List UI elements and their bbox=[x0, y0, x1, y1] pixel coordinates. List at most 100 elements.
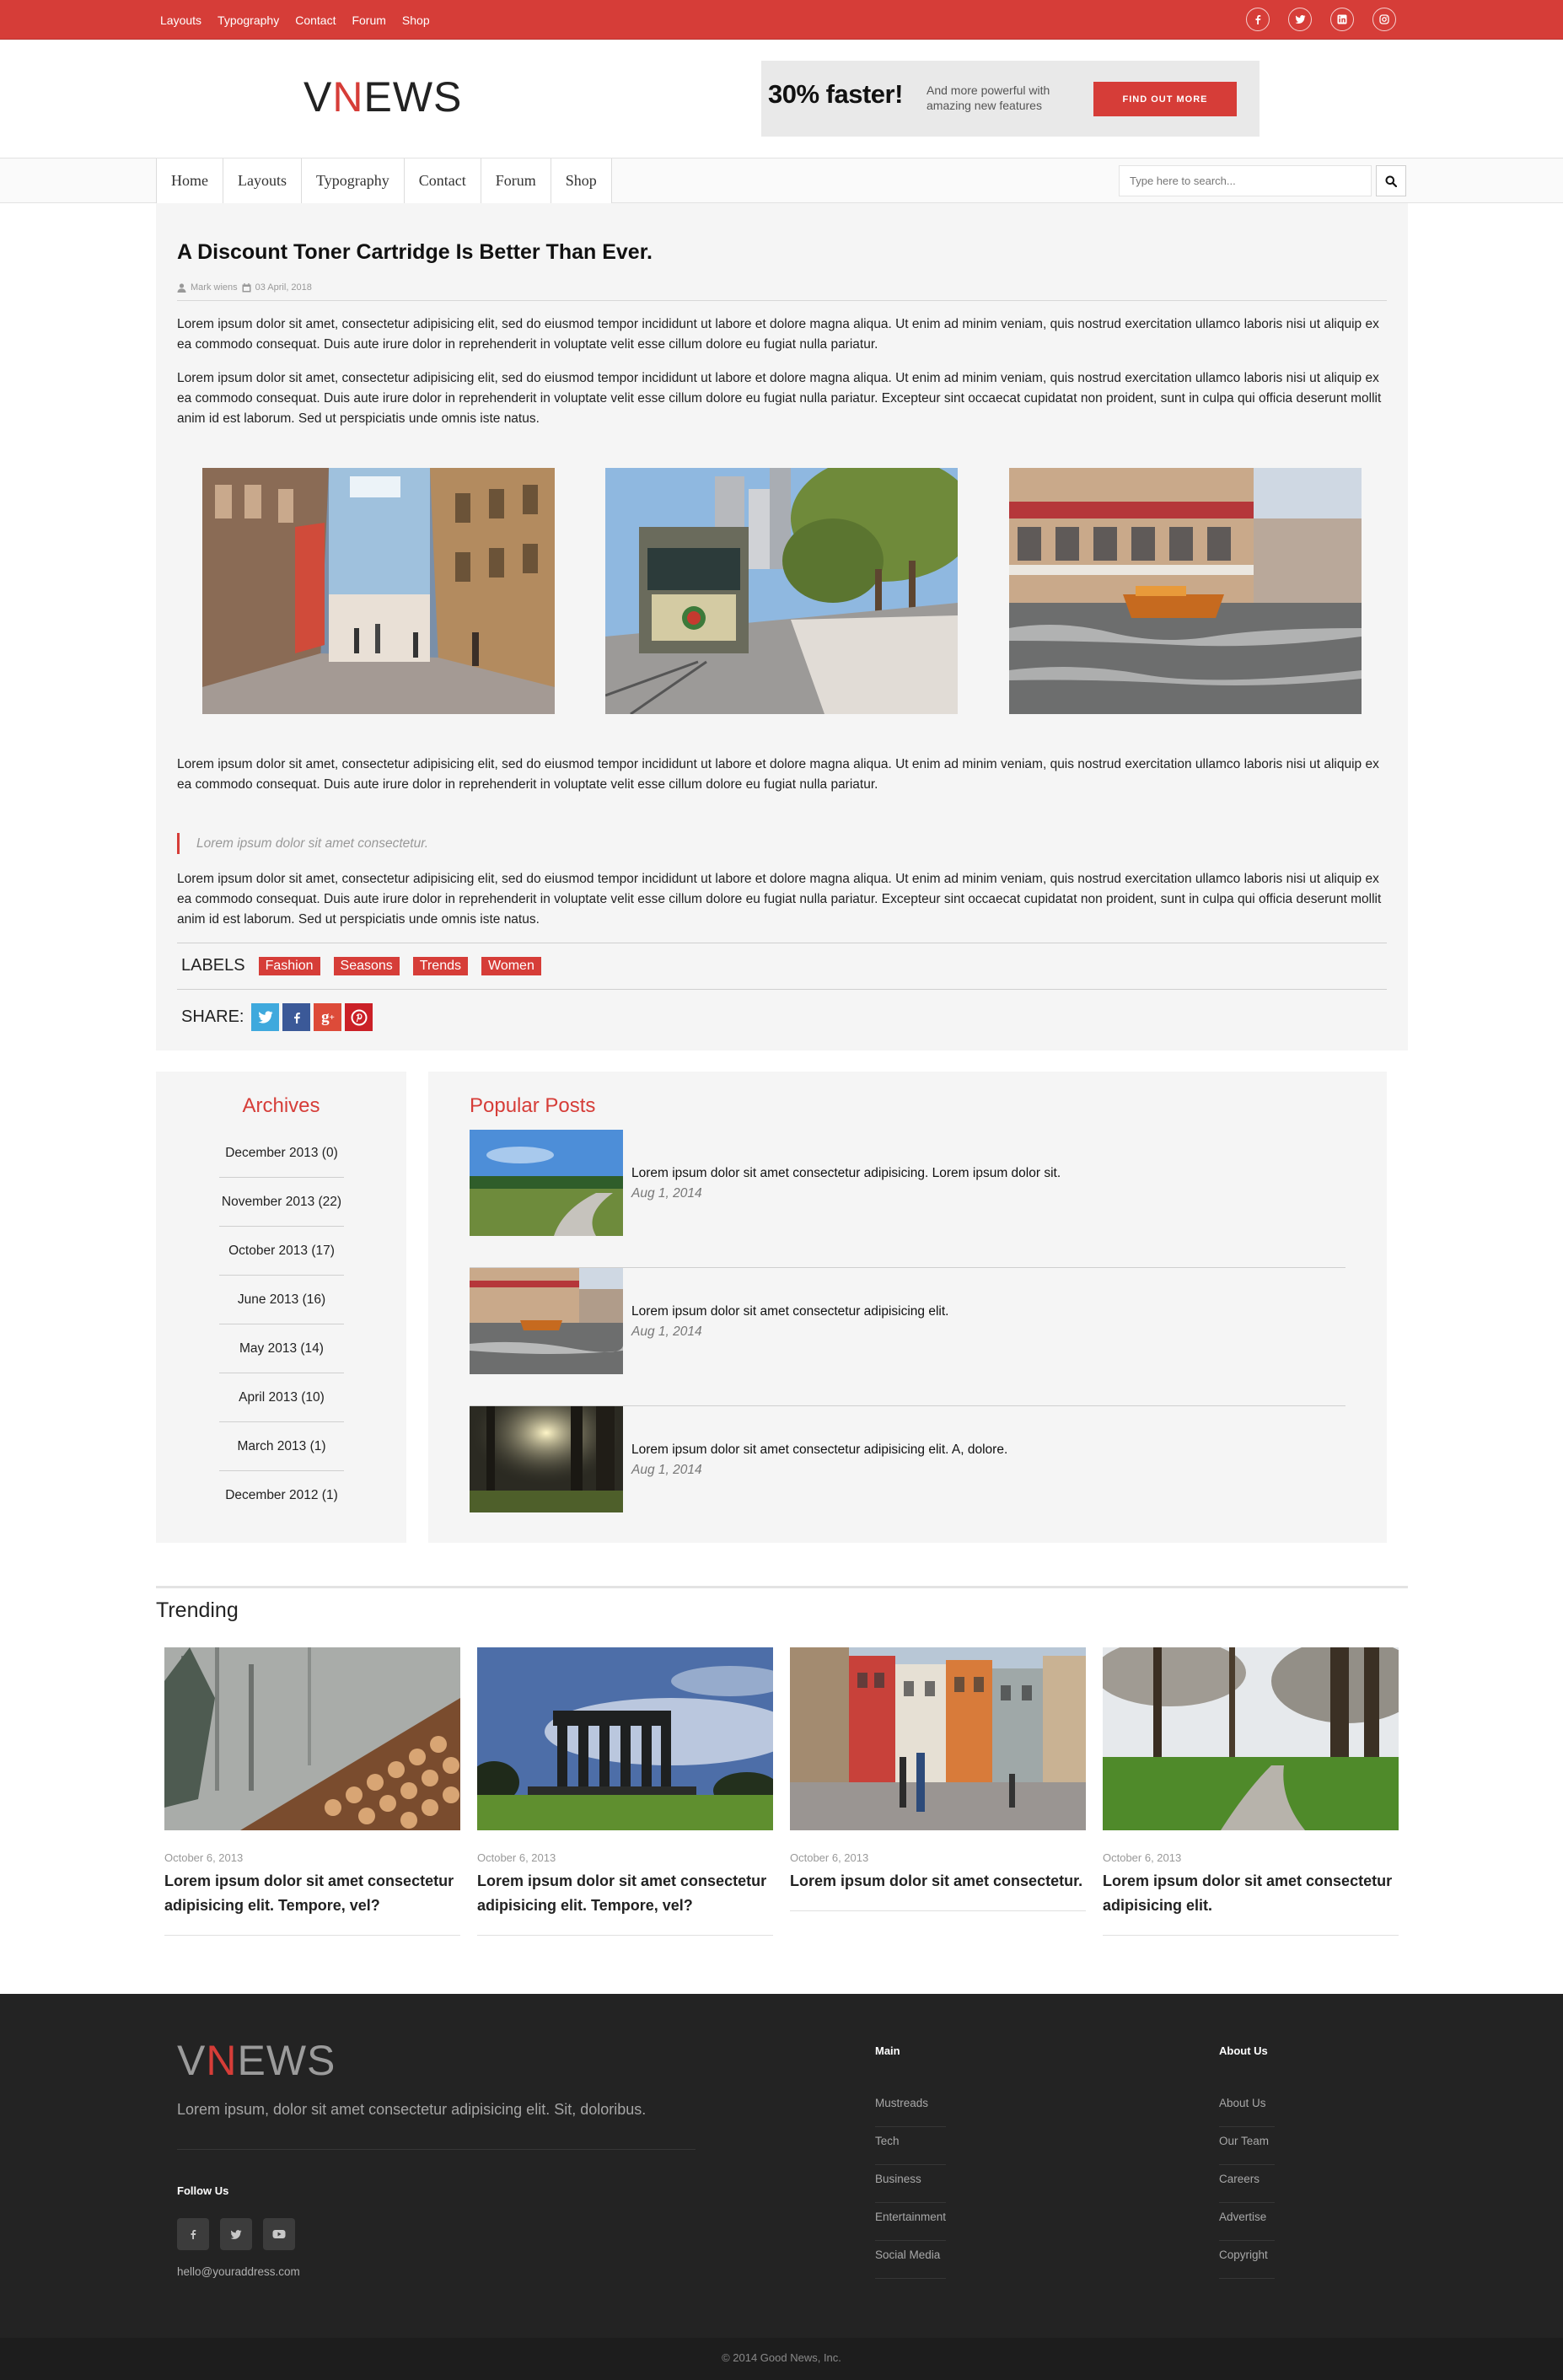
popular-post-thumbnail[interactable] bbox=[470, 1130, 623, 1236]
nav-item-shop[interactable]: Shop bbox=[551, 158, 612, 203]
nav-menu: Home Layouts Typography Contact Forum Sh… bbox=[156, 158, 612, 203]
linkedin-icon[interactable] bbox=[1330, 8, 1354, 31]
footer-email[interactable]: hello@youraddress.com bbox=[177, 2265, 300, 2278]
popular-post-thumbnail[interactable] bbox=[470, 1268, 623, 1374]
label-seasons[interactable]: Seasons bbox=[333, 956, 400, 975]
footer-link-social-media[interactable]: Social Media bbox=[875, 2241, 946, 2279]
nav-item-forum[interactable]: Forum bbox=[481, 158, 551, 203]
trending-card-image[interactable] bbox=[164, 1647, 460, 1830]
footer-link-careers[interactable]: Careers bbox=[1219, 2165, 1275, 2203]
popular-posts-widget: Popular Posts Lorem ipsum dolor sit amet… bbox=[428, 1072, 1387, 1543]
archive-item[interactable]: June 2013 (16) bbox=[219, 1276, 344, 1324]
archives-heading: Archives bbox=[242, 1094, 320, 1117]
instagram-icon[interactable] bbox=[1372, 8, 1396, 31]
label-fashion[interactable]: Fashion bbox=[258, 956, 320, 975]
gallery-image-cable-car[interactable] bbox=[605, 468, 958, 714]
footer-main-heading: Main bbox=[875, 2044, 900, 2057]
trending-card-title[interactable]: Lorem ipsum dolor sit amet consectetur. bbox=[790, 1869, 1086, 1894]
popular-post-title[interactable]: Lorem ipsum dolor sit amet consectetur a… bbox=[631, 1304, 948, 1319]
trending-card-image[interactable] bbox=[1103, 1647, 1399, 1830]
archive-item[interactable]: October 2013 (17) bbox=[219, 1227, 344, 1276]
share-heading: SHARE: bbox=[181, 1007, 244, 1026]
footer-logo-part-2: EWS bbox=[237, 2037, 336, 2084]
label-women[interactable]: Women bbox=[481, 956, 541, 975]
header-ad-banner: 30% faster! And more powerful with amazi… bbox=[761, 61, 1260, 137]
top-link-forum[interactable]: Forum bbox=[352, 13, 385, 27]
footer-link-entertainment[interactable]: Entertainment bbox=[875, 2203, 946, 2241]
footer-link-tech[interactable]: Tech bbox=[875, 2127, 946, 2165]
trending-card-title[interactable]: Lorem ipsum dolor sit amet consectetur a… bbox=[477, 1869, 773, 1918]
twitter-icon[interactable] bbox=[251, 1003, 280, 1031]
nav-item-typography[interactable]: Typography bbox=[302, 158, 405, 203]
footer-link-about-us[interactable]: About Us bbox=[1219, 2089, 1275, 2127]
facebook-icon[interactable] bbox=[1246, 8, 1270, 31]
footer-main-column: Main Mustreads Tech Business Entertainme… bbox=[875, 2044, 946, 2279]
trending-card[interactable]: October 6, 2013 Lorem ipsum dolor sit am… bbox=[1103, 1647, 1399, 1936]
gallery-image-street[interactable] bbox=[202, 468, 555, 714]
facebook-icon[interactable] bbox=[177, 2218, 209, 2250]
footer-description: Lorem ipsum, dolor sit amet consectetur … bbox=[177, 2101, 647, 2118]
google-plus-icon[interactable]: g + bbox=[314, 1003, 342, 1031]
twitter-icon[interactable] bbox=[220, 2218, 252, 2250]
trending-card-image[interactable] bbox=[477, 1647, 773, 1830]
popular-post-thumbnail[interactable] bbox=[470, 1406, 623, 1512]
search-button[interactable] bbox=[1376, 165, 1406, 196]
twitter-icon[interactable] bbox=[1288, 8, 1312, 31]
footer-about-column: About Us About Us Our Team Careers Adver… bbox=[1219, 2044, 1275, 2279]
trending-card-divider bbox=[477, 1935, 773, 1936]
blockquote: Lorem ipsum dolor sit amet consectetur. bbox=[177, 833, 428, 854]
footer-logo-part-1: V bbox=[177, 2037, 207, 2084]
article-title: A Discount Toner Cartridge Is Better Tha… bbox=[177, 240, 653, 264]
nav-item-home[interactable]: Home bbox=[157, 158, 223, 203]
trending-card-title[interactable]: Lorem ipsum dolor sit amet consectetur a… bbox=[164, 1869, 460, 1918]
popular-post-title[interactable]: Lorem ipsum dolor sit amet consectetur a… bbox=[631, 1166, 1061, 1181]
article-paragraph-2: Lorem ipsum dolor sit amet, consectetur … bbox=[177, 371, 1382, 426]
top-link-contact[interactable]: Contact bbox=[295, 13, 336, 27]
trending-card[interactable]: October 6, 2013 Lorem ipsum dolor sit am… bbox=[790, 1647, 1086, 1911]
archive-item[interactable]: December 2012 (1) bbox=[219, 1471, 344, 1520]
trending-card-date: October 6, 2013 bbox=[1103, 1851, 1182, 1864]
nav-item-contact[interactable]: Contact bbox=[404, 158, 481, 203]
user-icon bbox=[177, 282, 186, 293]
trending-card-divider bbox=[164, 1935, 460, 1936]
trending-card[interactable]: October 6, 2013 Lorem ipsum dolor sit am… bbox=[477, 1647, 773, 1936]
footer-link-business[interactable]: Business bbox=[875, 2165, 946, 2203]
footer-link-advertise[interactable]: Advertise bbox=[1219, 2203, 1275, 2241]
trending-card-image[interactable] bbox=[790, 1647, 1086, 1830]
footer-link-our-team[interactable]: Our Team bbox=[1219, 2127, 1275, 2165]
label-trends[interactable]: Trends bbox=[412, 956, 468, 975]
article-author[interactable]: Mark wiens bbox=[191, 282, 238, 293]
youtube-icon[interactable] bbox=[263, 2218, 295, 2250]
article-paragraph-3: Lorem ipsum dolor sit amet, consectetur … bbox=[177, 757, 1379, 792]
archive-item[interactable]: May 2013 (14) bbox=[219, 1324, 344, 1373]
archive-item[interactable]: December 2013 (0) bbox=[219, 1129, 344, 1178]
trending-card[interactable]: October 6, 2013 Lorem ipsum dolor sit am… bbox=[164, 1647, 460, 1936]
search-input[interactable] bbox=[1119, 165, 1372, 196]
nav-item-layouts[interactable]: Layouts bbox=[223, 158, 302, 203]
popular-post[interactable]: Lorem ipsum dolor sit amet consectetur a… bbox=[470, 1406, 1345, 1545]
article-paragraph-4: Lorem ipsum dolor sit amet, consectetur … bbox=[177, 872, 1382, 927]
site-logo[interactable]: VNEWS bbox=[303, 73, 462, 121]
top-link-typography[interactable]: Typography bbox=[218, 13, 279, 27]
archive-item[interactable]: March 2013 (1) bbox=[219, 1422, 344, 1471]
top-link-layouts[interactable]: Layouts bbox=[160, 13, 201, 27]
facebook-icon[interactable] bbox=[282, 1003, 311, 1031]
find-out-more-button[interactable]: FIND OUT MORE bbox=[1093, 82, 1237, 116]
labels-bottom-divider bbox=[177, 989, 1387, 990]
popular-post-title[interactable]: Lorem ipsum dolor sit amet consectetur a… bbox=[631, 1443, 1007, 1458]
trending-card-title[interactable]: Lorem ipsum dolor sit amet consectetur a… bbox=[1103, 1869, 1399, 1918]
archive-item[interactable]: April 2013 (10) bbox=[219, 1373, 344, 1422]
footer-logo[interactable]: VNEWS bbox=[177, 2036, 336, 2085]
gallery-image-harbor[interactable] bbox=[1009, 468, 1362, 714]
footer-social bbox=[177, 2218, 295, 2250]
popular-post[interactable]: Lorem ipsum dolor sit amet consectetur a… bbox=[470, 1130, 1345, 1268]
footer-link-copyright[interactable]: Copyright bbox=[1219, 2241, 1275, 2279]
footer-link-mustreads[interactable]: Mustreads bbox=[875, 2089, 946, 2127]
pinterest-icon[interactable] bbox=[345, 1003, 373, 1031]
footer-logo-accent: N bbox=[206, 2037, 238, 2084]
archive-item[interactable]: November 2013 (22) bbox=[219, 1178, 344, 1227]
article-paragraph-1: Lorem ipsum dolor sit amet, consectetur … bbox=[177, 317, 1379, 352]
top-link-shop[interactable]: Shop bbox=[402, 13, 430, 27]
popular-post-date: Aug 1, 2014 bbox=[631, 1186, 702, 1201]
popular-post[interactable]: Lorem ipsum dolor sit amet consectetur a… bbox=[470, 1268, 1345, 1406]
